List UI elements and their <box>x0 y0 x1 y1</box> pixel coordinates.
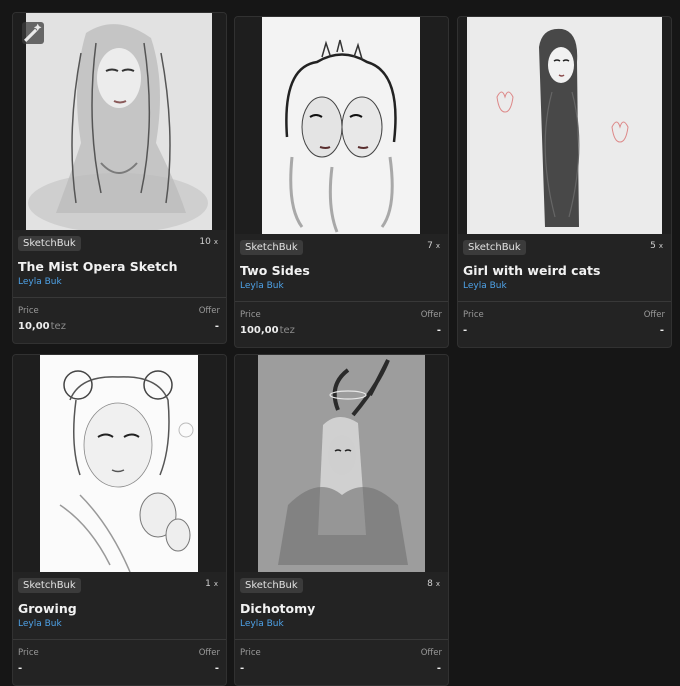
offer-value: - <box>436 325 441 336</box>
nft-card[interactable]: SketchBuk 5x Girl with weird cats Leyla … <box>457 16 672 348</box>
price-label: Price <box>18 306 39 316</box>
collection-chip[interactable]: SketchBuk <box>463 240 526 255</box>
offer-label: Offer <box>198 648 220 658</box>
nft-card[interactable]: SketchBuk 7x Two Sides Leyla Buk Price O… <box>234 16 449 348</box>
nft-card[interactable]: SketchBuk 1x Growing Leyla Buk Price Off… <box>12 354 227 686</box>
artwork-title[interactable]: Growing <box>18 601 221 616</box>
offer-label: Offer <box>420 310 442 320</box>
price-value: - <box>18 663 23 674</box>
artist-link[interactable]: Leyla Buk <box>240 281 284 291</box>
price-value: - <box>463 325 468 336</box>
offer-label: Offer <box>198 306 220 316</box>
price-label: Price <box>240 648 261 658</box>
artwork-title[interactable]: Two Sides <box>240 263 443 278</box>
edition-count: 10 x <box>199 237 218 247</box>
divider <box>13 639 226 640</box>
artwork-image[interactable] <box>458 17 671 234</box>
edition-count: 5x <box>650 241 663 251</box>
price-label: Price <box>463 310 484 320</box>
artwork-image[interactable] <box>13 355 226 572</box>
artist-link[interactable]: Leyla Buk <box>240 619 284 629</box>
edition-count: 1x <box>205 579 218 589</box>
edition-count: 8x <box>427 579 440 589</box>
offer-label: Offer <box>420 648 442 658</box>
artwork-image[interactable] <box>13 13 226 230</box>
offer-label: Offer <box>643 310 665 320</box>
artwork-title[interactable]: The Mist Opera Sketch <box>18 259 221 274</box>
artwork-title[interactable]: Dichotomy <box>240 601 443 616</box>
price-value: 10,00tez <box>18 321 66 332</box>
divider <box>13 297 226 298</box>
nft-card[interactable]: SketchBuk 8x Dichotomy Leyla Buk Price O… <box>234 354 449 686</box>
collection-chip[interactable]: SketchBuk <box>18 236 81 251</box>
price-label: Price <box>240 310 261 320</box>
artist-link[interactable]: Leyla Buk <box>18 619 62 629</box>
collection-chip[interactable]: SketchBuk <box>240 240 303 255</box>
divider <box>458 301 671 302</box>
price-value: 100,00tez <box>240 325 295 336</box>
artwork-title[interactable]: Girl with weird cats <box>463 263 666 278</box>
price-value: - <box>240 663 245 674</box>
offer-value: - <box>214 321 219 332</box>
offer-value: - <box>214 663 219 674</box>
artwork-image[interactable] <box>235 355 448 572</box>
divider <box>235 301 448 302</box>
collection-chip[interactable]: SketchBuk <box>240 578 303 593</box>
magic-wand-icon[interactable] <box>22 22 44 44</box>
collection-chip[interactable]: SketchBuk <box>18 578 81 593</box>
offer-value: - <box>659 325 664 336</box>
artwork-image[interactable] <box>235 17 448 234</box>
divider <box>235 639 448 640</box>
offer-value: - <box>436 663 441 674</box>
artist-link[interactable]: Leyla Buk <box>18 277 62 287</box>
nft-card[interactable]: SketchBuk 10 x The Mist Opera Sketch Leyl… <box>12 12 227 344</box>
price-label: Price <box>18 648 39 658</box>
edition-count: 7x <box>427 241 440 251</box>
artist-link[interactable]: Leyla Buk <box>463 281 507 291</box>
